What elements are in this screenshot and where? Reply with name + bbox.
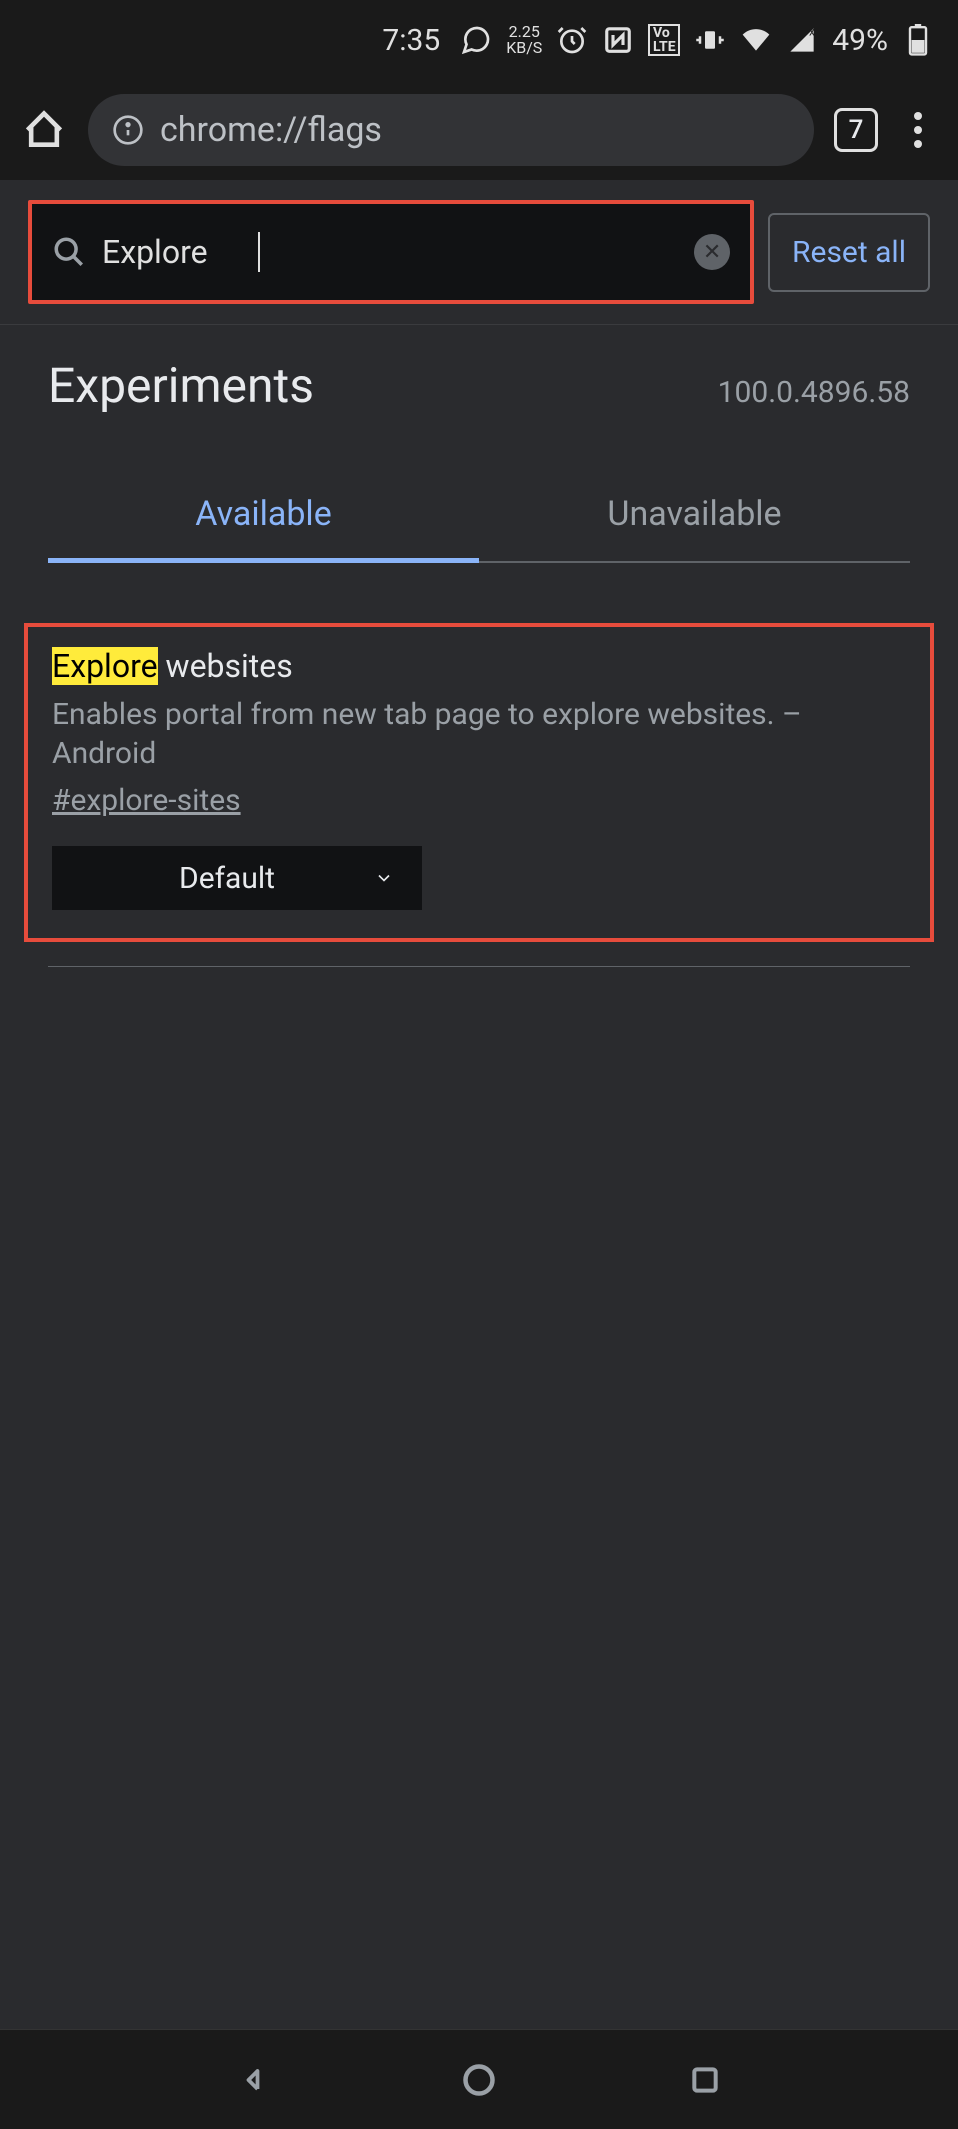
wifi-icon (740, 24, 772, 56)
svg-text:x: x (809, 26, 815, 38)
volte-icon: VoLTE (648, 24, 680, 56)
page-title: Experiments (48, 357, 314, 414)
whatsapp-icon (460, 24, 492, 56)
dropdown-selected-value: Default (80, 861, 374, 896)
chrome-version: 100.0.4896.58 (718, 375, 910, 410)
tab-switcher[interactable]: 7 (834, 108, 878, 152)
search-row: ✕ Reset all (0, 180, 958, 325)
flag-title: Explore websites (52, 647, 906, 685)
chevron-down-icon (374, 868, 394, 888)
vibrate-icon (694, 24, 726, 56)
browser-toolbar: chrome://flags 7 (0, 80, 958, 180)
flag-state-dropdown[interactable]: Default (52, 846, 422, 910)
tab-available[interactable]: Available (48, 494, 479, 563)
recents-button[interactable] (683, 2058, 727, 2102)
status-time: 7:35 (382, 23, 440, 58)
flag-hashtag[interactable]: #explore-sites (52, 783, 906, 818)
reset-all-button[interactable]: Reset all (768, 213, 930, 292)
signal-icon: x (786, 24, 818, 56)
url-bar[interactable]: chrome://flags (88, 94, 814, 166)
nfc-icon (602, 24, 634, 56)
battery-percentage: 49% (832, 23, 888, 58)
experiments-header: Experiments 100.0.4896.58 (0, 325, 958, 434)
flag-explore-websites: Explore websites Enables portal from new… (24, 623, 934, 942)
search-highlight: Explore (52, 647, 158, 685)
more-menu-button[interactable] (898, 112, 938, 148)
flag-description: Enables portal from new tab page to expl… (52, 695, 906, 773)
tabs: Available Unavailable (0, 434, 958, 563)
back-button[interactable] (231, 2058, 275, 2102)
page-content: ✕ Reset all Experiments 100.0.4896.58 Av… (0, 180, 958, 2030)
battery-icon (902, 24, 934, 56)
info-icon (112, 114, 144, 146)
home-nav-button[interactable] (457, 2058, 501, 2102)
data-speed-indicator: 2.25 KB/S (506, 24, 542, 56)
status-bar: 7:35 2.25 KB/S VoLTE x 49% (0, 0, 958, 80)
search-icon (52, 235, 86, 269)
home-button[interactable] (20, 106, 68, 154)
clear-search-button[interactable]: ✕ (694, 234, 730, 270)
search-flags-input-container: ✕ (28, 200, 754, 304)
divider (48, 966, 910, 967)
alarm-icon (556, 24, 588, 56)
tab-unavailable[interactable]: Unavailable (479, 494, 910, 563)
url-text: chrome://flags (160, 110, 382, 150)
search-flags-input[interactable] (102, 233, 678, 271)
android-nav-bar (0, 2029, 958, 2129)
